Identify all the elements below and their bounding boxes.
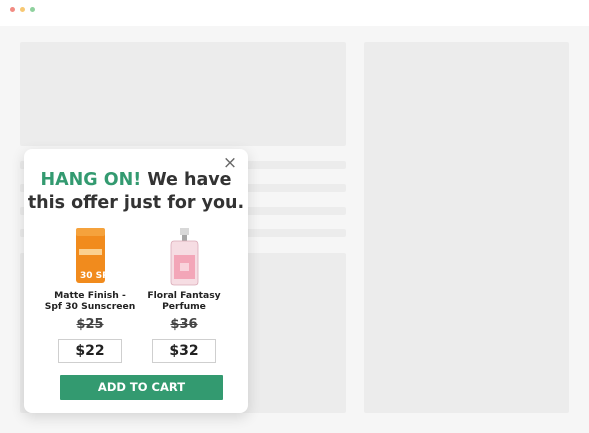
- product-original-price: $25: [76, 317, 104, 332]
- window-close-dot[interactable]: [10, 7, 15, 12]
- window-minimize-dot[interactable]: [20, 7, 25, 12]
- add-to-cart-button[interactable]: ADD TO CART: [60, 375, 223, 400]
- product-name: Matte Finish - Spf 30 Sunscreen: [44, 290, 136, 312]
- headline-accent: HANG ON!: [40, 170, 142, 190]
- exit-intent-popup: × HANG ON! We have this offer just for y…: [24, 149, 248, 413]
- placeholder-sidebar-block: [364, 42, 569, 413]
- placeholder-hero-block: [20, 42, 346, 146]
- product-original-price: $36: [170, 317, 198, 332]
- product-name: Floral Fantasy Perfume: [147, 290, 221, 312]
- popup-headline: HANG ON! We have this offer just for you…: [24, 169, 248, 215]
- perfume-bottle-icon: [170, 228, 199, 286]
- sunscreen-label-spf: 30 SPF: [80, 271, 115, 281]
- browser-top-bar: [0, 0, 589, 26]
- sunscreen-bottle-icon: 30 SPF: [76, 228, 115, 283]
- window-maximize-dot[interactable]: [30, 7, 35, 12]
- product-sale-price: $32: [152, 339, 216, 363]
- product-sale-price: $22: [58, 339, 122, 363]
